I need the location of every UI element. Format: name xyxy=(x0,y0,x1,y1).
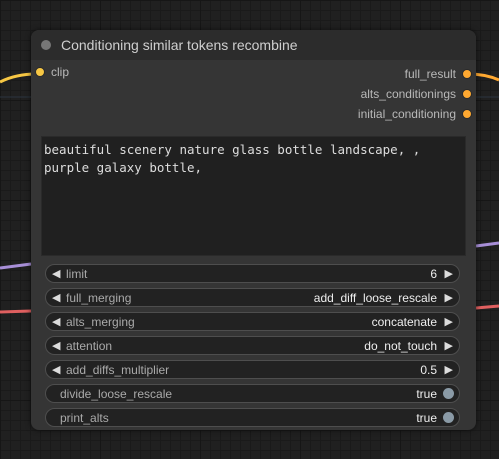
red-wire-left xyxy=(0,309,32,314)
node-title-bar[interactable]: Conditioning similar tokens recombine xyxy=(31,30,476,60)
previous-arrow-icon[interactable]: ◀ xyxy=(52,291,60,304)
toggle-value: true xyxy=(416,411,437,425)
increment-arrow-icon[interactable]: ▶ xyxy=(445,267,453,280)
purple-wire-left xyxy=(0,262,32,270)
red-wire-right xyxy=(475,304,499,310)
increment-arrow-icon[interactable]: ▶ xyxy=(445,363,453,376)
widget-label: add_diffs_multiplier xyxy=(66,363,170,377)
toggle-print-alts[interactable]: print_alts true xyxy=(45,408,460,427)
input-slot-label: clip xyxy=(51,65,70,79)
prompt-textarea[interactable]: beautiful scenery nature glass bottle la… xyxy=(41,136,466,256)
widget-value: 6 xyxy=(430,267,437,281)
widget-limit[interactable]: ◀ limit 6 ▶ xyxy=(45,264,460,283)
widget-value: do_not_touch xyxy=(364,339,437,353)
decrement-arrow-icon[interactable]: ◀ xyxy=(52,363,60,376)
widget-alts-merging[interactable]: ◀ alts_merging concatenate ▶ xyxy=(45,312,460,331)
toggle-knob-icon[interactable] xyxy=(443,412,454,423)
output-slot-label: full_result xyxy=(404,67,456,81)
toggle-label: divide_loose_rescale xyxy=(60,387,173,401)
collapse-dot-icon[interactable] xyxy=(41,40,51,50)
output-slot-full-result[interactable]: full_result xyxy=(276,66,476,82)
previous-arrow-icon[interactable]: ◀ xyxy=(52,339,60,352)
output-dot-icon[interactable] xyxy=(462,69,472,79)
widget-label: full_merging xyxy=(66,291,132,305)
toggle-knob-icon[interactable] xyxy=(443,388,454,399)
decrement-arrow-icon[interactable]: ◀ xyxy=(52,267,60,280)
widget-value: add_diff_loose_rescale xyxy=(313,291,437,305)
output-slot-alts-conditionings[interactable]: alts_conditionings xyxy=(276,86,476,102)
clip-input-dot-icon[interactable] xyxy=(35,67,45,77)
widget-label: alts_merging xyxy=(66,315,135,329)
output-dot-icon[interactable] xyxy=(462,89,472,99)
next-arrow-icon[interactable]: ▶ xyxy=(445,291,453,304)
previous-arrow-icon[interactable]: ◀ xyxy=(52,315,60,328)
output-slot-label: alts_conditionings xyxy=(360,87,456,101)
widget-label: attention xyxy=(66,339,113,353)
toggle-divide-loose-rescale[interactable]: divide_loose_rescale true xyxy=(45,384,460,403)
toggle-label: print_alts xyxy=(60,411,109,425)
next-arrow-icon[interactable]: ▶ xyxy=(445,339,453,352)
purple-wire-right xyxy=(475,241,499,248)
toggle-value: true xyxy=(416,387,437,401)
widget-full-merging[interactable]: ◀ full_merging add_diff_loose_rescale ▶ xyxy=(45,288,460,307)
widget-value: 0.5 xyxy=(420,363,437,377)
widget-attention[interactable]: ◀ attention do_not_touch ▶ xyxy=(45,336,460,355)
next-arrow-icon[interactable]: ▶ xyxy=(445,315,453,328)
widget-add-diffs-multiplier[interactable]: ◀ add_diffs_multiplier 0.5 ▶ xyxy=(45,360,460,379)
widget-value: concatenate xyxy=(371,315,437,329)
node-title: Conditioning similar tokens recombine xyxy=(61,37,298,53)
conditioning-node[interactable]: Conditioning similar tokens recombine cl… xyxy=(31,30,476,430)
output-slot-initial-conditioning[interactable]: initial_conditioning xyxy=(276,106,476,122)
output-dot-icon[interactable] xyxy=(462,109,472,119)
widget-label: limit xyxy=(66,267,88,281)
output-slot-label: initial_conditioning xyxy=(357,107,456,121)
